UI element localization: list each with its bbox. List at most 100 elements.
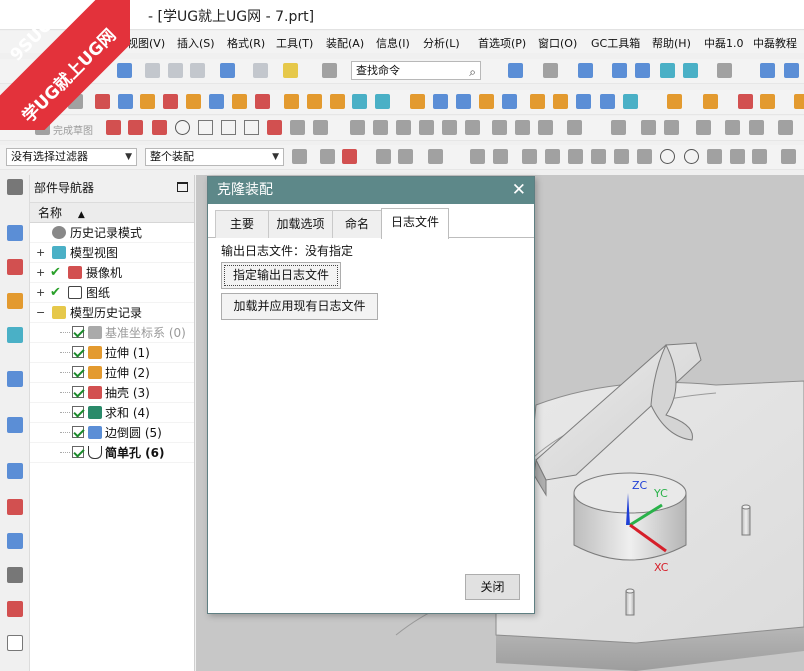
unite-tool-icon[interactable]: [352, 94, 367, 109]
select-all-icon[interactable]: [470, 149, 485, 164]
edge-blend-tool-icon[interactable]: [433, 94, 448, 109]
constraint-icon[interactable]: [738, 94, 753, 109]
expand-icon[interactable]: +: [36, 283, 45, 303]
offset-curve-icon[interactable]: [350, 120, 365, 135]
move-component-icon[interactable]: [760, 94, 775, 109]
boss-icon[interactable]: [186, 94, 201, 109]
control-point-icon[interactable]: [568, 149, 583, 164]
tree-item-datum-csys[interactable]: 基准坐标系 (0): [30, 323, 194, 343]
project-curve-icon[interactable]: [465, 120, 480, 135]
system-scene-icon[interactable]: [7, 635, 23, 651]
rectangle-icon[interactable]: [244, 120, 259, 135]
draft-icon[interactable]: [479, 94, 494, 109]
render-style-icon[interactable]: [543, 63, 558, 78]
tab-log-file[interactable]: 日志文件: [381, 208, 449, 239]
polygon-icon[interactable]: [267, 120, 282, 135]
tree-item-model-history[interactable]: − 模型历史记录: [30, 303, 194, 323]
feature-checkbox[interactable]: [72, 386, 84, 398]
face-analysis-icon[interactable]: [635, 63, 650, 78]
edit-object-display-icon[interactable]: [508, 63, 523, 78]
menu-window[interactable]: 窗口(O): [538, 35, 577, 51]
shaded-view-icon[interactable]: [578, 63, 593, 78]
paste-icon[interactable]: [190, 63, 205, 78]
more-view-icon[interactable]: [784, 63, 799, 78]
menu-view[interactable]: 视图(V): [127, 35, 165, 51]
menu-analysis[interactable]: 分析(L): [423, 35, 460, 51]
snap-settings-icon[interactable]: [781, 149, 796, 164]
add-component-icon[interactable]: [703, 94, 718, 109]
selection-filter-dropdown[interactable]: 没有选择过滤器 ▼: [6, 148, 137, 166]
convert-reference-icon[interactable]: [725, 120, 740, 135]
select-body-icon[interactable]: [398, 149, 413, 164]
color-icon[interactable]: [717, 63, 732, 78]
offset-face-icon[interactable]: [530, 94, 545, 109]
slot-icon[interactable]: [255, 94, 270, 109]
trim-body-icon[interactable]: [502, 94, 517, 109]
snap-point-icon[interactable]: [320, 149, 335, 164]
menu-preferences[interactable]: 首选项(P): [478, 35, 526, 51]
menu-gc-toolkit[interactable]: GC工具箱: [591, 35, 640, 51]
menu-format[interactable]: 格式(R): [227, 35, 265, 51]
finish-sketch-label[interactable]: 完成草图: [53, 122, 93, 137]
menu-zhonglei[interactable]: 中磊1.0: [704, 35, 744, 51]
menu-information[interactable]: 信息(I): [376, 35, 410, 51]
alternate-solution-icon[interactable]: [749, 120, 764, 135]
show-constraints-icon[interactable]: [641, 120, 656, 135]
expand-icon[interactable]: +: [36, 263, 45, 283]
cut-icon[interactable]: [145, 63, 160, 78]
constraint-navigator-icon[interactable]: [7, 259, 23, 275]
feature-checkbox[interactable]: [72, 406, 84, 418]
static-wireframe-icon[interactable]: [612, 63, 627, 78]
quadrant-point-icon[interactable]: [660, 149, 675, 164]
search-icon[interactable]: ⌕: [469, 64, 476, 81]
selection-method-icon[interactable]: [342, 149, 357, 164]
sketch-settings-icon[interactable]: [778, 120, 793, 135]
geometric-constraint-icon[interactable]: [611, 120, 626, 135]
tree-item-edge-blend[interactable]: 边倒圆 (5): [30, 423, 194, 443]
tree-item-history-mode[interactable]: 历史记录模式: [30, 223, 194, 243]
tab-main[interactable]: 主要: [215, 210, 269, 238]
text-icon[interactable]: [68, 94, 83, 109]
quick-trim-icon[interactable]: [492, 120, 507, 135]
mesh-surface-icon[interactable]: [600, 94, 615, 109]
close-icon[interactable]: ✕: [512, 177, 526, 204]
swept-icon[interactable]: [623, 94, 638, 109]
menu-help[interactable]: 帮助(H): [652, 35, 691, 51]
visible-check-icon[interactable]: ✔: [50, 263, 61, 283]
process-studio-icon[interactable]: [7, 533, 23, 549]
command-finder-icon[interactable]: [322, 63, 337, 78]
sew-icon[interactable]: [576, 94, 591, 109]
tab-naming[interactable]: 命名: [332, 210, 382, 238]
chamfer-sketch-icon[interactable]: [221, 120, 236, 135]
sketch-icon[interactable]: [42, 94, 57, 109]
find-command-input[interactable]: 查找命令 ⌕: [351, 61, 481, 80]
feature-checkbox[interactable]: [72, 326, 84, 338]
thicken-icon[interactable]: [553, 94, 568, 109]
pad-icon[interactable]: [232, 94, 247, 109]
tree-item-simple-hole[interactable]: 简单孔 (6): [30, 443, 194, 463]
close-button[interactable]: 关闭: [465, 574, 520, 600]
gear-icon[interactable]: [7, 179, 23, 195]
copy-icon[interactable]: [168, 63, 183, 78]
history-icon[interactable]: [7, 463, 23, 479]
deselect-icon[interactable]: [493, 149, 508, 164]
rib-icon[interactable]: [284, 94, 299, 109]
revolve-icon[interactable]: [140, 94, 155, 109]
select-feature-icon[interactable]: [376, 149, 391, 164]
visible-check-icon[interactable]: ✔: [50, 283, 61, 303]
redo-icon[interactable]: [253, 63, 268, 78]
curve-icon[interactable]: [95, 94, 110, 109]
expand-icon[interactable]: +: [36, 243, 45, 263]
chamfer-icon[interactable]: [456, 94, 471, 109]
tree-item-shell[interactable]: 抽壳 (3): [30, 383, 194, 403]
part-navigator-icon[interactable]: [7, 293, 23, 309]
menu-zhonglei-tutorial[interactable]: 中磊教程: [753, 35, 797, 51]
wave-icon[interactable]: [794, 94, 804, 109]
ellipse-icon[interactable]: [313, 120, 328, 135]
load-apply-log-button[interactable]: 加载并应用现有日志文件: [221, 293, 378, 320]
tangent-point-icon[interactable]: [637, 149, 652, 164]
roles-icon[interactable]: [7, 601, 23, 617]
feature-checkbox[interactable]: [72, 366, 84, 378]
reuse-library-icon[interactable]: [7, 327, 23, 343]
mirror-curve-icon[interactable]: [396, 120, 411, 135]
